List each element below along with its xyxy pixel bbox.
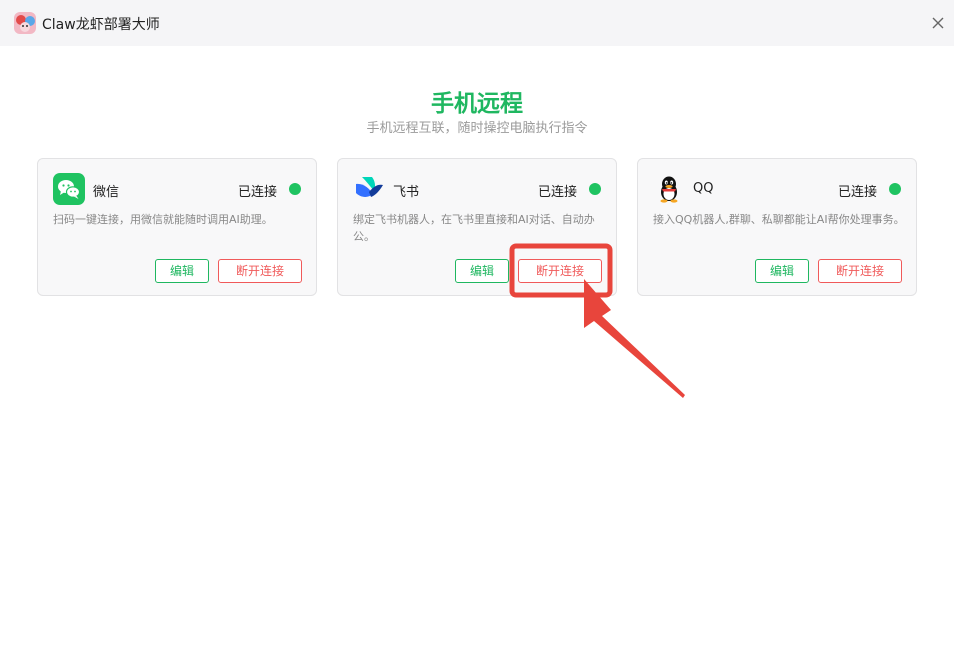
wechat-card: 微信 已连接 扫码一键连接，用微信就能随时调用AI助理。 编辑 断开连接: [37, 158, 317, 296]
feishu-icon: [356, 177, 383, 197]
card-name: QQ: [693, 181, 714, 196]
card-description: 绑定飞书机器人，在飞书里直接和AI对话、自动办公。: [353, 213, 595, 243]
edit-button[interactable]: 编辑: [455, 259, 509, 283]
close-icon[interactable]: [928, 13, 948, 33]
page-title: 手机远程: [431, 91, 523, 117]
disconnect-button[interactable]: 断开连接: [218, 259, 302, 283]
card-name: 飞书: [393, 185, 420, 200]
card-name: 微信: [93, 185, 120, 200]
qq-card: QQ 已连接 接入QQ机器人,群聊、私聊都能让AI帮你处理事务。 编辑 断开连接: [637, 158, 917, 296]
status-text: 已连接: [238, 185, 278, 200]
card-description: 扫码一键连接，用微信就能随时调用AI助理。: [53, 213, 273, 226]
status-text: 已连接: [838, 185, 878, 200]
app-logo-icon: [14, 12, 36, 34]
app-title: Claw龙虾部署大师: [42, 17, 160, 33]
status-dot: [589, 183, 601, 195]
qq-icon: [660, 176, 678, 203]
wechat-icon: [53, 173, 85, 205]
page-subtitle: 手机远程互联，随时操控电脑执行指令: [366, 121, 588, 136]
feishu-card: 飞书 已连接 绑定飞书机器人，在飞书里直接和AI对话、自动办公。 编辑 断开连接: [337, 158, 617, 296]
edit-button[interactable]: 编辑: [155, 259, 209, 283]
disconnect-button[interactable]: 断开连接: [818, 259, 902, 283]
edit-button[interactable]: 编辑: [755, 259, 809, 283]
pointer-arrow-icon: [584, 279, 685, 398]
status-dot: [289, 183, 301, 195]
card-description: 接入QQ机器人,群聊、私聊都能让AI帮你处理事务。: [653, 213, 905, 226]
title-bar: Claw龙虾部署大师: [0, 0, 954, 46]
disconnect-button[interactable]: 断开连接: [518, 259, 602, 283]
status-dot: [889, 183, 901, 195]
status-text: 已连接: [538, 185, 578, 200]
